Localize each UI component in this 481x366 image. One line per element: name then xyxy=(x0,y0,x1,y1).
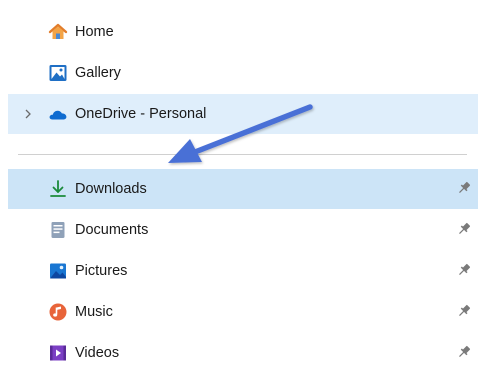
nav-item-label: Videos xyxy=(75,345,120,361)
pin-icon[interactable] xyxy=(456,221,472,237)
download-icon xyxy=(48,179,68,199)
pictures-icon xyxy=(48,261,68,281)
section-divider xyxy=(18,154,467,155)
nav-item-label: Music xyxy=(75,304,113,320)
nav-item-videos[interactable]: Videos xyxy=(8,333,478,366)
nav-item-downloads[interactable]: Downloads xyxy=(8,169,478,209)
nav-item-label: Gallery xyxy=(75,65,121,81)
gallery-icon xyxy=(48,63,68,83)
pin-icon[interactable] xyxy=(456,180,472,196)
onedrive-cloud-icon xyxy=(48,104,68,124)
nav-item-documents[interactable]: Documents xyxy=(8,210,478,250)
nav-item-label: Documents xyxy=(75,222,149,238)
nav-item-label: OneDrive - Personal xyxy=(75,106,207,122)
nav-item-home[interactable]: Home xyxy=(8,12,478,52)
documents-icon xyxy=(48,220,68,240)
navigation-pane: Home Gallery OneDrive - Personal Downloa… xyxy=(0,0,481,366)
videos-icon xyxy=(48,343,68,363)
nav-item-music[interactable]: Music xyxy=(8,292,478,332)
nav-item-label: Home xyxy=(75,24,114,40)
pin-icon[interactable] xyxy=(456,262,472,278)
nav-item-label: Downloads xyxy=(75,181,147,197)
home-icon xyxy=(48,22,68,42)
pin-icon[interactable] xyxy=(456,344,472,360)
nav-item-gallery[interactable]: Gallery xyxy=(8,53,478,93)
music-icon xyxy=(48,302,68,322)
nav-item-label: Pictures xyxy=(75,263,128,279)
pin-icon[interactable] xyxy=(456,303,472,319)
nav-item-pictures[interactable]: Pictures xyxy=(8,251,478,291)
chevron-right-icon[interactable] xyxy=(22,107,34,121)
nav-item-onedrive[interactable]: OneDrive - Personal xyxy=(8,94,478,134)
